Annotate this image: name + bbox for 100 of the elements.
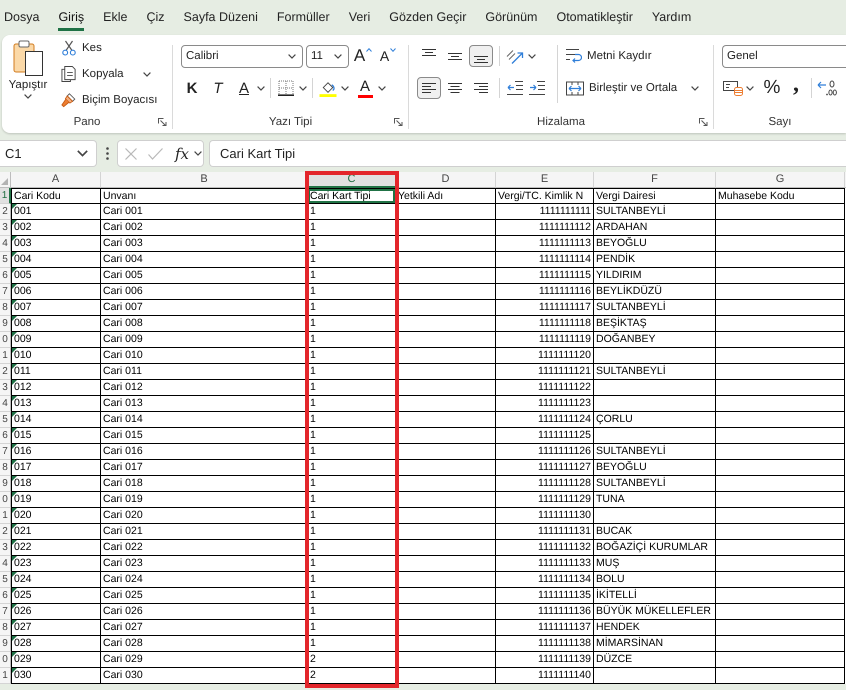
align-left-button[interactable]: [417, 77, 441, 99]
dialog-launcher-button[interactable]: [699, 118, 708, 126]
row-header[interactable]: 4: [0, 236, 11, 252]
row-header[interactable]: 8: [0, 620, 11, 636]
table-cell: Cari 003: [101, 236, 308, 252]
font-family-dropdown[interactable]: Calibri: [181, 44, 303, 68]
table-cell: 1111111115: [496, 268, 594, 284]
row-header[interactable]: 2: [0, 364, 11, 380]
underline-button[interactable]: A: [233, 77, 255, 99]
column-header[interactable]: D: [396, 172, 496, 188]
number-format-dropdown[interactable]: Genel: [722, 44, 846, 68]
row-header[interactable]: 3: [0, 380, 11, 396]
paste-button[interactable]: Yapıştır: [5, 39, 51, 109]
format-painter-button[interactable]: Biçim Boyacısı: [59, 88, 160, 112]
shrink-font-button[interactable]: A: [377, 45, 399, 67]
row-header[interactable]: 0: [0, 652, 11, 668]
font-color-button[interactable]: A: [354, 77, 376, 99]
table-cell: 1: [308, 236, 396, 252]
row-header[interactable]: 2: [0, 524, 11, 540]
table-cell: 1: [308, 348, 396, 364]
table-cell: DÜZCE: [594, 652, 716, 668]
cut-button[interactable]: Kes: [59, 36, 160, 60]
row-header[interactable]: 8: [0, 460, 11, 476]
column-header[interactable]: G: [716, 172, 845, 188]
italic-button[interactable]: T: [207, 77, 229, 99]
comma-style-button[interactable]: ,: [785, 77, 807, 99]
percent-button[interactable]: %: [761, 77, 783, 99]
ribbon-tab[interactable]: Gözden Geçir: [389, 7, 466, 31]
header-cell: Vergi/TC. Kimlik N: [496, 188, 594, 204]
table-cell: 1: [308, 204, 396, 220]
table-cell: 1: [308, 524, 396, 540]
table-cell: Cari 017: [101, 460, 308, 476]
table-cell: SULTANBEYLİ: [594, 476, 716, 492]
row-header[interactable]: 0: [0, 332, 11, 348]
ribbon-tab[interactable]: Sayfa Düzeni: [184, 7, 258, 31]
table-cell: MİMARSİNAN: [594, 636, 716, 652]
caret-icon: [746, 86, 754, 90]
account-code: 014: [14, 413, 32, 425]
bottom-align-button[interactable]: [469, 45, 493, 67]
grow-font-button[interactable]: A: [352, 45, 374, 67]
corner-arrow-icon: [394, 118, 403, 126]
ribbon-tab[interactable]: Görünüm: [485, 7, 538, 31]
row-header[interactable]: 7: [0, 284, 11, 300]
align-center-icon: [448, 83, 462, 93]
row-header[interactable]: 6: [0, 428, 11, 444]
row-header[interactable]: 9: [0, 316, 11, 332]
row-header[interactable]: 5: [0, 412, 11, 428]
dialog-launcher-button[interactable]: [158, 118, 167, 126]
table-cell: 1: [308, 300, 396, 316]
dialog-launcher-button[interactable]: [394, 118, 403, 126]
ribbon-tab[interactable]: Yardım: [652, 7, 692, 31]
name-box[interactable]: C1: [0, 140, 97, 167]
ribbon-tab[interactable]: Giriş: [58, 7, 84, 31]
row-header[interactable]: 7: [0, 604, 11, 620]
row-header[interactable]: 1: [0, 348, 11, 364]
bold-button[interactable]: K: [181, 77, 203, 99]
ribbon-tab[interactable]: Ekle: [103, 7, 128, 31]
row-header[interactable]: 3: [0, 220, 11, 236]
insert-function-button[interactable]: fx: [175, 142, 190, 164]
row-header[interactable]: 0: [0, 492, 11, 508]
row-header[interactable]: 1: [0, 668, 11, 684]
merge-center-button[interactable]: Birleştir ve Ortala: [564, 76, 680, 100]
vertical-dots-icon[interactable]: [106, 147, 109, 160]
table-cell: BÜYÜK MÜKELLEFLER: [594, 604, 716, 620]
row-header[interactable]: 2: [0, 204, 11, 220]
ribbon-tab[interactable]: Çiz: [146, 7, 165, 31]
column-header[interactable]: B: [101, 172, 308, 188]
column-header[interactable]: E: [496, 172, 594, 188]
row-header[interactable]: 6: [0, 268, 11, 284]
row-header[interactable]: 5: [0, 572, 11, 588]
table-cell: MUŞ: [594, 556, 716, 572]
align-right-icon: [474, 83, 488, 93]
table-cell: 1: [308, 332, 396, 348]
row-header[interactable]: 9: [0, 476, 11, 492]
row-header[interactable]: 1: [0, 508, 11, 524]
ribbon-tab[interactable]: Otomatikleştir: [556, 7, 633, 31]
row-header[interactable]: 8: [0, 300, 11, 316]
row-header[interactable]: 9: [0, 636, 11, 652]
row-header[interactable]: 3: [0, 540, 11, 556]
copy-icon: [61, 66, 77, 82]
column-header[interactable]: F: [594, 172, 716, 188]
table-cell: Cari 012: [101, 380, 308, 396]
ribbon-tab[interactable]: Veri: [348, 7, 370, 31]
table-cell: 1: [308, 572, 396, 588]
account-code: 012: [14, 381, 32, 393]
ribbon-tab[interactable]: Dosya: [4, 7, 40, 31]
row-header[interactable]: 4: [0, 556, 11, 572]
formula-input[interactable]: Cari Kart Tipi: [209, 140, 846, 167]
table-cell: 1: [308, 588, 396, 604]
font-size-dropdown[interactable]: 11: [306, 44, 349, 68]
row-header[interactable]: 4: [0, 396, 11, 412]
table-cell: 1111111130: [496, 508, 594, 524]
column-header[interactable]: A: [11, 172, 101, 188]
row-header[interactable]: 5: [0, 252, 11, 268]
wrap-text-button[interactable]: Metni Kaydır: [564, 44, 654, 68]
ribbon-tab[interactable]: Formüller: [276, 7, 330, 31]
copy-button[interactable]: Kopyala: [59, 62, 126, 86]
row-header[interactable]: 1: [0, 188, 11, 204]
row-header[interactable]: 6: [0, 588, 11, 604]
row-header[interactable]: 7: [0, 444, 11, 460]
